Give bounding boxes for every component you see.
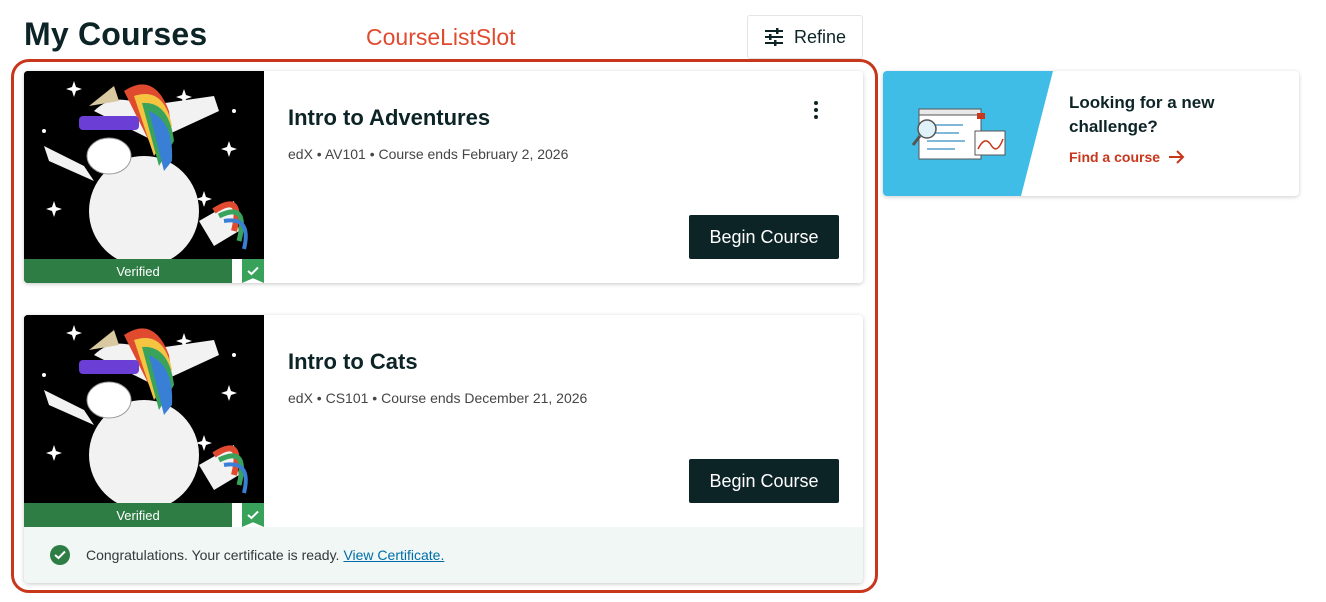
certificate-message: Congratulations. Your certificate is rea… [86,547,340,563]
recommendation-title: Looking for a new challenge? [1069,93,1215,136]
dabbing-unicorn-image [24,71,264,259]
find-course-link[interactable]: Find a course [1069,149,1186,165]
verified-label: Verified [116,507,160,523]
verified-badge-bar: Verified [24,503,264,527]
refine-label: Refine [793,26,847,47]
course-list-slot-label: CourseListSlot [366,24,516,50]
course-title[interactable]: Intro to Adventures [288,105,490,131]
verified-ribbon-icon [232,259,264,283]
verified-badge-bar: Verified [24,259,264,283]
page-title: My Courses [24,16,208,52]
course-meta: edX • CS101 • Course ends December 21, 2… [288,390,588,406]
check-circle-icon [50,545,70,565]
course-title[interactable]: Intro to Cats [288,349,418,375]
recommendation-card: Looking for a new challenge? Find a cour… [883,71,1299,196]
course-card: Verified Intro to Cats edX • CS101 • Cou… [24,315,863,583]
verified-label: Verified [116,263,160,279]
course-thumbnail[interactable]: Verified [24,315,264,527]
view-certificate-link[interactable]: View Certificate. [343,547,444,563]
verified-ribbon-icon [232,503,264,527]
dabbing-unicorn-image [24,315,264,503]
sliders-icon [764,28,783,46]
begin-course-button[interactable]: Begin Course [689,459,839,503]
course-search-illustration [883,71,1053,196]
find-course-label: Find a course [1069,149,1161,165]
refine-button[interactable]: Refine [747,15,863,59]
course-thumbnail[interactable]: Verified [24,71,264,283]
arrow-right-icon [1169,150,1185,164]
course-meta: edX • AV101 • Course ends February 2, 20… [288,146,569,162]
more-options-icon[interactable] [805,99,827,121]
begin-course-button[interactable]: Begin Course [689,215,839,259]
certificate-banner: Congratulations. Your certificate is rea… [24,527,863,583]
course-card: Verified Intro to Adventures edX • AV101… [24,71,863,283]
